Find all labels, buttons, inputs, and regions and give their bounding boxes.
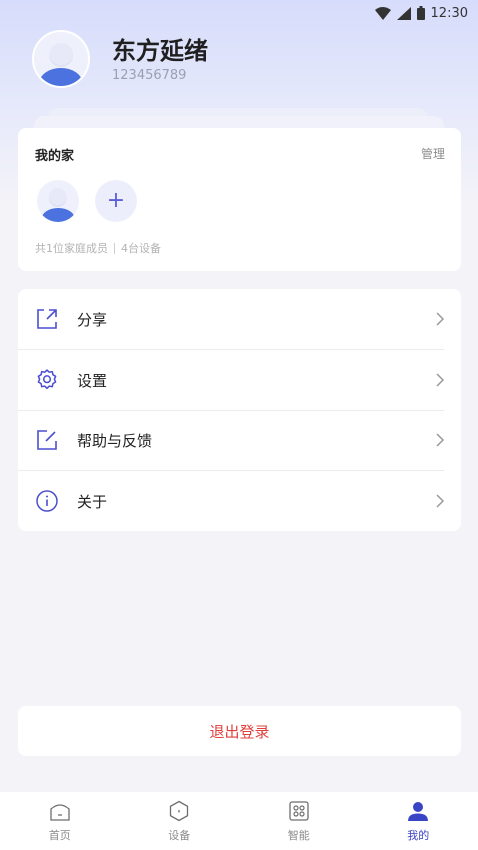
tab-devices[interactable]: 设备: [120, 792, 240, 850]
chevron-right-icon: [436, 494, 445, 508]
menu-item-label: 分享: [77, 310, 108, 329]
menu-item-settings[interactable]: 设置: [18, 350, 461, 410]
tab-label: 智能: [287, 829, 310, 842]
user-icon: [408, 802, 429, 821]
bottom-tab-bar: 首页 设备 智能 我的: [0, 792, 478, 850]
chevron-right-icon: [436, 433, 445, 447]
info-icon: [36, 490, 58, 512]
menu-item-label: 关于: [77, 492, 108, 511]
tab-home[interactable]: 首页: [0, 792, 120, 850]
user-id: 123456789: [112, 67, 187, 83]
wifi-icon: [374, 6, 391, 20]
tab-label: 设备: [168, 829, 191, 842]
member-avatar[interactable]: [37, 180, 79, 222]
home-icon: [50, 804, 70, 821]
avatar[interactable]: [32, 30, 90, 88]
gear-icon: [37, 369, 57, 390]
signal-icon: [396, 6, 411, 20]
home-stats: 共1位家庭成员 4台设备: [35, 240, 161, 256]
chevron-right-icon: [436, 312, 445, 326]
my-home-card: 我的家 管理 + 共1位家庭成员 4台设备: [18, 128, 461, 271]
user-name: 东方延绪: [112, 36, 208, 65]
menu-card: 分享 设置 帮助与反馈 关于: [18, 289, 461, 531]
chevron-right-icon: [436, 373, 445, 387]
status-bar: 12:30: [0, 0, 478, 26]
menu-item-about[interactable]: 关于: [18, 471, 461, 531]
home-title: 我的家: [35, 149, 75, 164]
members-count: 共1位家庭成员: [35, 242, 108, 255]
share-icon: [37, 309, 57, 329]
menu-item-label: 帮助与反馈: [77, 431, 153, 450]
tab-mine[interactable]: 我的: [359, 792, 478, 850]
devices-count: 4台设备: [121, 242, 161, 255]
smart-icon: [289, 801, 309, 821]
menu-item-label: 设置: [77, 371, 108, 390]
battery-icon: [416, 6, 425, 20]
logout-button[interactable]: 退出登录: [18, 706, 461, 756]
manage-button[interactable]: 管理: [421, 145, 445, 162]
profile-header[interactable]: 东方延绪 123456789: [32, 30, 208, 88]
menu-item-help-feedback[interactable]: 帮助与反馈: [18, 410, 461, 470]
status-time: 12:30: [430, 5, 468, 21]
device-icon: [170, 800, 189, 822]
stats-divider: [114, 242, 115, 254]
tab-label: 首页: [48, 829, 71, 842]
tab-smart[interactable]: 智能: [239, 792, 359, 850]
feedback-icon: [37, 430, 57, 450]
add-member-button[interactable]: +: [95, 180, 137, 222]
menu-item-share[interactable]: 分享: [18, 289, 461, 349]
tab-label: 我的: [407, 829, 430, 842]
